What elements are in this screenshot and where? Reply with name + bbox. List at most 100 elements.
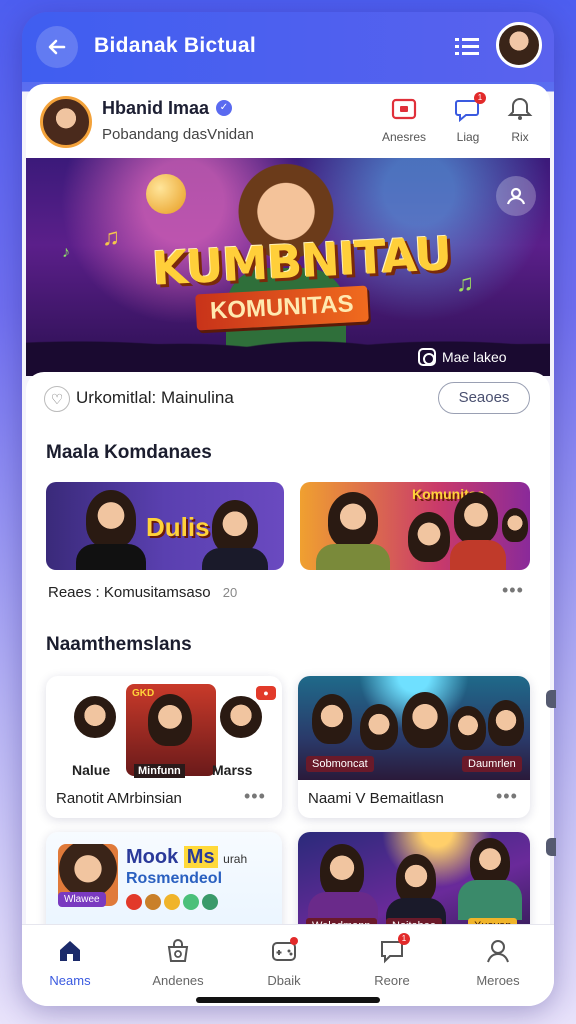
message-icon: 1	[378, 933, 410, 965]
home-indicator	[196, 997, 380, 1003]
card-tag: GKD	[132, 688, 155, 699]
nav-messages[interactable]: 1 Reore	[352, 933, 432, 988]
nav-shop-label: Andenes	[152, 973, 204, 988]
recommend-card-2[interactable]: Sobmoncat Daumrlen Naami V Bemaitlasn ••…	[298, 676, 530, 818]
person-image	[470, 838, 510, 886]
person-image	[488, 700, 524, 746]
card-center-label: Minfunn	[134, 764, 185, 778]
featured-thumb-2[interactable]: Komunitas	[300, 482, 530, 570]
nav-game[interactable]: Dbaik	[244, 937, 324, 988]
person-image	[450, 540, 506, 570]
message-badge: 1	[398, 933, 410, 945]
card-title-part-c: urah	[223, 852, 248, 866]
home-icon	[56, 937, 84, 965]
profile-card: Hbanid Imaa ✓ Pobandang dasVnidan Anesre…	[26, 84, 550, 162]
nav-home-label: Neams	[49, 973, 91, 988]
music-note-icon: ♫	[456, 270, 474, 297]
card-tag: Wlawee	[58, 892, 106, 907]
video-action-label: Anesres	[381, 130, 427, 144]
chat-action-button[interactable]: 1 Liag	[440, 92, 496, 144]
more-options-icon[interactable]: •••	[244, 786, 266, 807]
music-note-icon: ♫	[102, 224, 120, 251]
profile-name: Hbanid Imaa	[102, 98, 210, 118]
verified-badge-icon: ✓	[216, 100, 232, 116]
clap-reaction-icon[interactable]	[183, 894, 199, 910]
grid-menu-icon[interactable]	[454, 36, 480, 58]
card-title-part-b: Ms	[183, 846, 218, 868]
person-image: GKD	[126, 684, 216, 776]
card-left-label: Nalue	[72, 762, 111, 778]
back-button[interactable]	[36, 26, 78, 68]
card-subtitle: Rosmendeol	[126, 870, 223, 887]
person-image	[458, 880, 522, 920]
person-image	[402, 692, 448, 748]
profile-avatar[interactable]	[40, 96, 92, 148]
shop-bag-icon	[164, 937, 192, 965]
music-note-icon: ♪	[62, 244, 70, 261]
bell-action-button[interactable]: Rix	[492, 96, 548, 144]
video-action-button[interactable]: Anesres	[376, 96, 432, 144]
star-reaction-icon[interactable]	[202, 894, 218, 910]
more-options-icon[interactable]: •••	[502, 580, 524, 601]
laugh-reaction-icon[interactable]	[164, 894, 180, 910]
recommend-card-1[interactable]: GKD ● Nalue Minfunn Marss Ranotit AMrbin…	[46, 676, 282, 818]
person-image	[396, 854, 436, 904]
person-image	[218, 694, 264, 740]
profile-subtitle: Pobandang dasVnidan	[102, 126, 254, 143]
card-title: Mook Ms urah	[126, 846, 247, 869]
bottom-nav: Neams Andenes Dbaik 1 Reore Meroes	[22, 924, 554, 1006]
content-sheet: ♡ Urkomitlal: Mainulina Seaoes Maala Kom…	[26, 372, 550, 952]
chat-badge: 1	[474, 92, 486, 104]
live-badge-icon: ●	[256, 686, 276, 700]
person-image	[316, 544, 390, 570]
person-image	[72, 694, 118, 740]
featured-heading: Maala Komdanaes	[46, 442, 212, 463]
app-title: Bidanak Bictual	[94, 34, 257, 57]
person-image	[320, 844, 364, 898]
live-tag[interactable]: Mae lakeo	[418, 348, 507, 366]
featured-thumb-1[interactable]: Dulis	[46, 482, 284, 570]
scroll-handle[interactable]	[546, 838, 556, 856]
nav-messages-label: Reore	[374, 973, 410, 988]
bell-icon	[506, 96, 534, 122]
chat-action-label: Liag	[456, 130, 480, 144]
person-image	[86, 490, 136, 548]
heart-reaction-icon[interactable]	[126, 894, 142, 910]
app-window: Bidanak Bictual Hbanid Imaa ✓ Pobandang …	[22, 12, 554, 1006]
bell-action-label: Rix	[511, 130, 529, 144]
seaoes-button[interactable]: Seaoes	[438, 382, 530, 414]
user-group-icon	[506, 187, 526, 205]
reaction-row	[126, 894, 218, 910]
balloon-icon	[146, 174, 186, 214]
card-image: Sobmoncat Daumrlen	[298, 676, 530, 780]
top-bar: Bidanak Bictual	[22, 12, 554, 82]
profile-icon	[484, 937, 512, 965]
hero-banner[interactable]: ♫ ♪ ♫ KUMBNITAU KOMUNITAS Mae lakeo	[26, 158, 550, 376]
thumb-badge-text: Dulis	[146, 512, 210, 542]
nav-home[interactable]: Neams	[30, 937, 110, 988]
person-image	[408, 512, 450, 562]
nav-shop[interactable]: Andenes	[138, 937, 218, 988]
face-reaction-icon[interactable]	[145, 894, 161, 910]
card-image: GKD ● Nalue Minfunn Marss	[52, 682, 276, 778]
gamepad-icon	[270, 937, 298, 965]
card-right-label: Marss	[212, 762, 253, 778]
person-image	[76, 544, 146, 570]
person-image	[454, 492, 498, 544]
card-tag-left: Sobmoncat	[306, 756, 374, 772]
more-options-icon[interactable]: •••	[496, 786, 518, 807]
recommend-heading: Naamthemslans	[46, 634, 192, 655]
person-image	[450, 706, 486, 750]
chat-icon: 1	[454, 92, 486, 123]
nav-profile-label: Meroes	[476, 973, 520, 988]
person-image	[148, 694, 192, 746]
scroll-handle[interactable]	[546, 690, 556, 708]
featured-caption: Reaes : Komusitamsaso 20	[48, 584, 237, 601]
person-image	[502, 508, 528, 542]
heart-icon[interactable]: ♡	[44, 386, 70, 412]
banner-title: KUMBNITAU	[150, 226, 453, 296]
nav-profile[interactable]: Meroes	[458, 937, 538, 988]
user-avatar[interactable]	[496, 22, 542, 68]
camera-icon	[418, 348, 436, 366]
group-button[interactable]	[496, 176, 536, 216]
